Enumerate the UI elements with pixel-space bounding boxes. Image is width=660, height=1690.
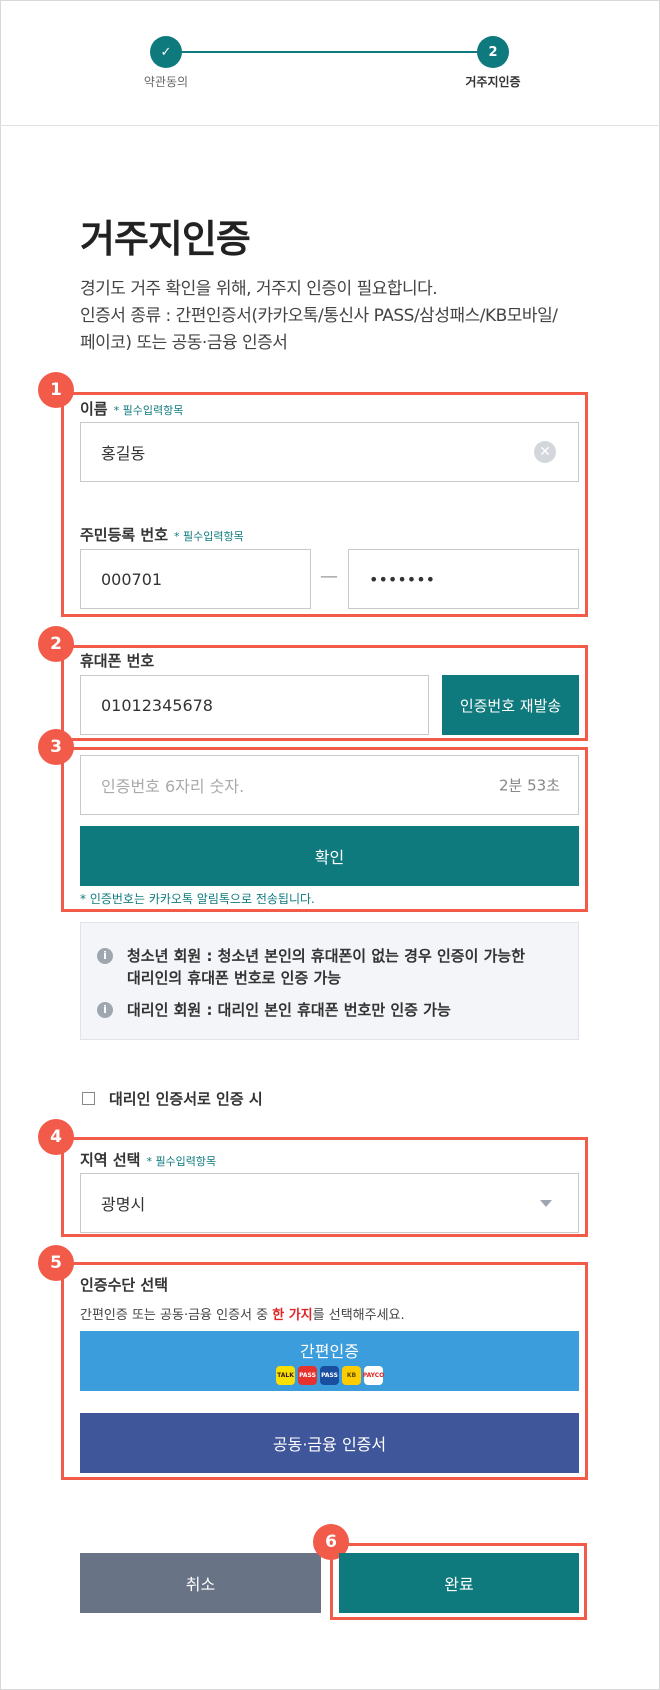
simple-auth-button[interactable]: 간편인증 TALK PASS PASS KB PAYCO [80,1331,579,1391]
header-divider [0,125,660,126]
pass-icon: PASS [298,1365,317,1385]
info-row-proxy: i 대리인 회원 : 대리인 본인 휴대폰 번호만 인증 가능 [97,999,451,1021]
name-input-value: 홍길동 [101,444,146,463]
rrn-label-text: 주민등록 번호 [80,526,169,544]
rrn-back-input[interactable]: ••••••• [348,549,579,609]
simple-auth-label: 간편인증 [300,1341,359,1361]
joint-financial-cert-button[interactable]: 공동·금융 인증서 [80,1413,579,1473]
rrn-separator: — [320,566,338,587]
step-1-check-icon: ✓ [150,36,182,68]
required-marker: 필수입력항목 [174,530,244,543]
description-line: 경기도 거주 확인을 위해, 거주지 인증이 필요합니다. [80,279,438,299]
name-label: 이름 필수입력항목 [80,398,183,419]
phone-label: 휴대폰 번호 [80,652,155,670]
step-2-circle: 2 [477,36,509,68]
kakaotalk-icon: TALK [276,1365,295,1385]
auth-desc-emphasis: 한 가지 [272,1308,313,1323]
phone-input[interactable]: 01012345678 [80,675,429,735]
simple-auth-provider-icons: TALK PASS PASS KB PAYCO [276,1365,384,1385]
auth-desc-text: 를 선택해주세요. [312,1308,405,1323]
page-description: 경기도 거주 확인을 위해, 거주지 인증이 필요합니다. 인증서 종류 : 간… [80,276,600,357]
rrn-label: 주민등록 번호 필수입력항목 [80,524,244,545]
required-marker: 필수입력항목 [114,404,184,417]
countdown-timer: 2분 53초 [499,776,560,795]
rrn-front-input[interactable]: 000701 [80,549,311,609]
step-1-label: 약관동의 [143,75,189,89]
chevron-down-icon [540,1200,552,1207]
badge-5: 5 [38,1245,74,1281]
auth-desc-text: 간편인증 또는 공동·금융 인증서 중 [80,1308,273,1323]
kb-mobile-icon: KB [342,1365,361,1385]
samsung-pass-icon: PASS [320,1365,339,1385]
info-text: 청소년 회원 : 청소년 본인의 휴대폰이 없는 경우 인증이 가능한 [127,947,526,965]
required-marker: 필수입력항목 [146,1155,216,1168]
badge-1: 1 [38,372,74,408]
rrn-front-value: 000701 [101,569,163,589]
region-label-text: 지역 선택 [80,1151,141,1169]
cancel-button[interactable]: 취소 [80,1553,321,1613]
badge-4: 4 [38,1119,74,1155]
region-select[interactable]: 광명시 [80,1173,579,1233]
rrn-back-value: ••••••• [369,569,436,589]
page-title: 거주지인증 [80,217,251,261]
verification-code-placeholder: 인증번호 6자리 숫자. [101,777,245,796]
auth-method-description: 간편인증 또는 공동·금융 인증서 중 한 가지를 선택해주세요. [80,1304,405,1323]
resend-code-button[interactable]: 인증번호 재발송 [442,675,579,735]
verification-code-input[interactable]: 인증번호 6자리 숫자. 2분 53초 [80,755,579,815]
info-box: i 청소년 회원 : 청소년 본인의 휴대폰이 없는 경우 인증이 가능한 대리… [80,922,579,1040]
kakao-notice: * 인증번호는 카카오톡 알림톡으로 전송됩니다. [80,892,315,906]
complete-button[interactable]: 완료 [339,1553,579,1613]
phone-input-value: 01012345678 [101,695,213,715]
confirm-button[interactable]: 확인 [80,826,579,886]
region-select-value: 광명시 [101,1195,146,1214]
clear-icon[interactable]: ✕ [534,441,556,463]
stepper-line [167,51,493,53]
region-label: 지역 선택 필수입력항목 [80,1149,216,1170]
auth-method-label: 인증수단 선택 [80,1276,169,1294]
step-2-label: 거주지인증 [465,75,521,89]
info-text: 대리인 회원 : 대리인 본인 휴대폰 번호만 인증 가능 [127,1001,451,1019]
info-text: 대리인의 휴대폰 번호로 인증 가능 [127,969,342,987]
name-label-text: 이름 [80,400,108,418]
info-icon: i [97,1002,113,1018]
name-input[interactable]: 홍길동 ✕ [80,422,579,482]
badge-3: 3 [38,729,74,765]
info-row-youth: i 청소년 회원 : 청소년 본인의 휴대폰이 없는 경우 인증이 가능한 대리… [97,945,525,989]
badge-2: 2 [38,626,74,662]
payco-icon: PAYCO [363,1365,384,1385]
description-line: 인증서 종류 : 간편인증서(카카오톡/통신사 PASS/삼성패스/KB모바일/ [80,306,558,326]
info-icon: i [97,948,113,964]
description-line: 페이코) 또는 공동·금융 인증서 [80,333,288,353]
proxy-cert-label[interactable]: 대리인 인증서로 인증 시 [109,1088,263,1109]
proxy-cert-checkbox[interactable] [82,1092,95,1105]
